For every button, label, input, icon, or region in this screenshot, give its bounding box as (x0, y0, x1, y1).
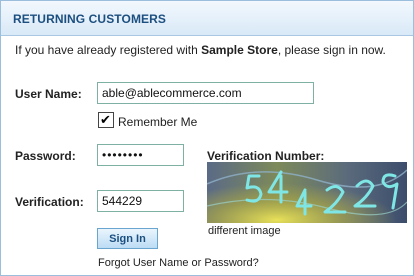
intro-text-before: If you have already registered with (15, 43, 202, 57)
sign-in-button[interactable]: Sign In (97, 228, 158, 249)
verification-number-label: Verification Number: (207, 149, 325, 163)
captcha-image (207, 162, 407, 223)
intro-text: If you have already registered with Samp… (15, 43, 386, 57)
forgot-credentials-link[interactable]: Forgot User Name or Password? (98, 257, 259, 269)
different-image-link[interactable]: different image (208, 225, 281, 237)
checkmark-icon: ✔ (100, 112, 111, 127)
password-field[interactable] (97, 144, 184, 166)
verification-label: Verification: (15, 195, 84, 209)
verification-field[interactable] (97, 190, 184, 212)
username-label: User Name: (15, 87, 82, 101)
intro-text-after: , please sign in now. (277, 43, 386, 57)
returning-customers-panel: RETURNING CUSTOMERS If you have already … (0, 0, 414, 276)
panel-title: RETURNING CUSTOMERS (13, 12, 167, 26)
password-label: Password: (15, 149, 76, 163)
remember-me-label[interactable]: Remember Me (118, 115, 197, 129)
remember-me-checkbox[interactable]: ✔ (98, 112, 114, 128)
username-field[interactable] (97, 82, 314, 104)
panel-header: RETURNING CUSTOMERS (1, 1, 413, 36)
store-name: Sample Store (201, 43, 278, 57)
